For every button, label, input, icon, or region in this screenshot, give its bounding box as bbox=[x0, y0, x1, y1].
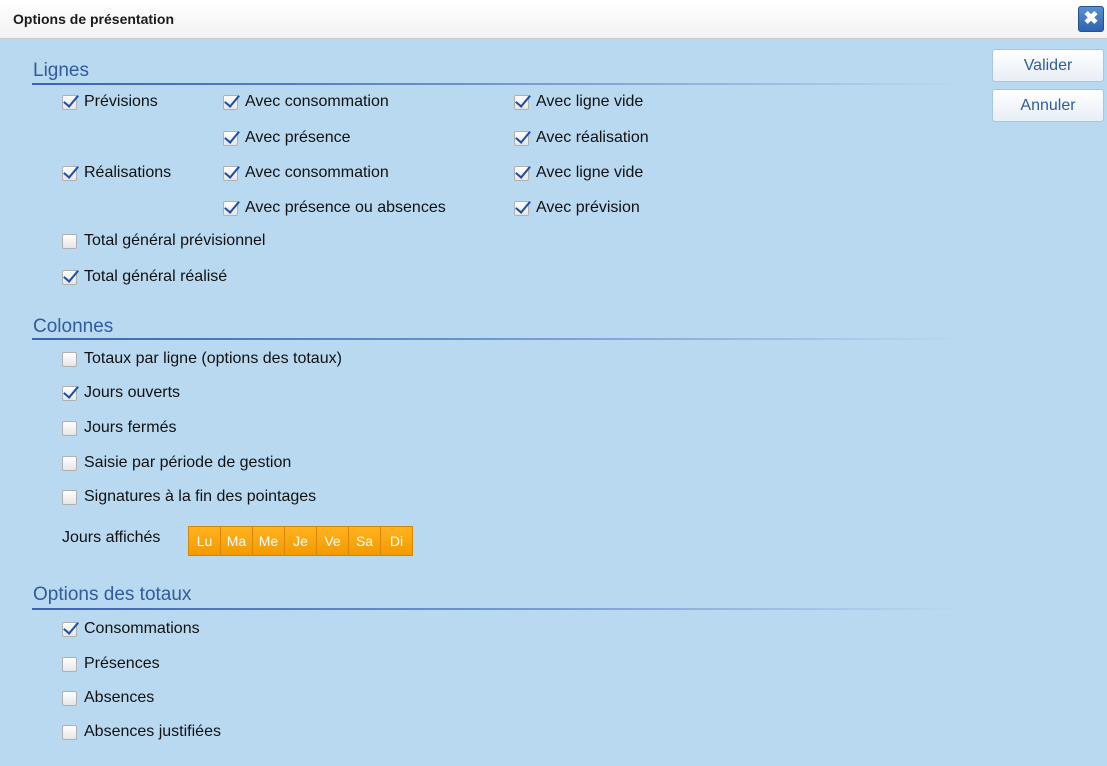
option-real-presence-absences[interactable]: Avec présence ou absences bbox=[223, 197, 446, 219]
validate-button[interactable]: Valider bbox=[992, 49, 1104, 82]
option-realisations[interactable]: Réalisations bbox=[62, 162, 171, 184]
option-saisie-periode[interactable]: Saisie par période de gestion bbox=[62, 452, 291, 474]
option-absences-justifiees[interactable]: Absences justifiées bbox=[62, 721, 221, 743]
checkbox[interactable] bbox=[62, 489, 77, 505]
checkbox[interactable] bbox=[62, 269, 77, 285]
checkbox[interactable] bbox=[514, 165, 529, 181]
checkbox[interactable] bbox=[62, 420, 77, 436]
section-divider bbox=[32, 83, 962, 85]
checkbox[interactable] bbox=[223, 130, 238, 146]
checkbox[interactable] bbox=[62, 656, 77, 672]
checkbox[interactable] bbox=[223, 165, 238, 181]
cancel-button[interactable]: Annuler bbox=[992, 89, 1104, 122]
option-jours-ouverts[interactable]: Jours ouverts bbox=[62, 382, 180, 404]
option-prev-consommation[interactable]: Avec consommation bbox=[223, 91, 389, 113]
days-button-group: Lu Ma Me Je Ve Sa Di bbox=[188, 526, 413, 556]
section-lignes-title: Lignes bbox=[33, 60, 89, 81]
day-button-lu[interactable]: Lu bbox=[188, 526, 221, 556]
day-button-di[interactable]: Di bbox=[380, 526, 413, 556]
checkbox[interactable] bbox=[62, 351, 77, 367]
section-divider bbox=[32, 338, 962, 340]
option-jours-fermes[interactable]: Jours fermés bbox=[62, 417, 176, 439]
checkbox[interactable] bbox=[62, 233, 77, 249]
option-totaux-par-ligne[interactable]: Totaux par ligne (options des totaux) bbox=[62, 348, 342, 370]
option-real-prevision[interactable]: Avec prévision bbox=[514, 197, 640, 219]
option-signatures[interactable]: Signatures à la fin des pointages bbox=[62, 486, 316, 508]
day-button-me[interactable]: Me bbox=[252, 526, 285, 556]
section-colonnes-title: Colonnes bbox=[33, 316, 114, 337]
section-totaux-title: Options des totaux bbox=[33, 584, 192, 605]
option-total-realise[interactable]: Total général réalisé bbox=[62, 266, 227, 288]
checkbox[interactable] bbox=[223, 200, 238, 216]
section-divider bbox=[32, 608, 962, 610]
option-prev-ligne-vide[interactable]: Avec ligne vide bbox=[514, 91, 643, 113]
checkbox[interactable] bbox=[62, 455, 77, 471]
option-absences[interactable]: Absences bbox=[62, 687, 154, 709]
option-real-consommation[interactable]: Avec consommation bbox=[223, 162, 389, 184]
option-consommations[interactable]: Consommations bbox=[62, 618, 200, 640]
close-icon[interactable]: ✖ bbox=[1078, 6, 1104, 32]
day-button-ve[interactable]: Ve bbox=[316, 526, 349, 556]
dialog-content: Valider Annuler Lignes Prévisions Avec c… bbox=[0, 39, 1107, 766]
option-prev-realisation[interactable]: Avec réalisation bbox=[514, 127, 649, 149]
checkbox[interactable] bbox=[62, 385, 77, 401]
option-presences[interactable]: Présences bbox=[62, 653, 160, 675]
checkbox[interactable] bbox=[62, 724, 77, 740]
checkbox[interactable] bbox=[62, 94, 77, 110]
checkbox[interactable] bbox=[62, 621, 77, 637]
option-previsions[interactable]: Prévisions bbox=[62, 91, 158, 113]
day-button-ma[interactable]: Ma bbox=[220, 526, 253, 556]
checkbox[interactable] bbox=[62, 165, 77, 181]
option-prev-presence[interactable]: Avec présence bbox=[223, 127, 351, 149]
day-button-sa[interactable]: Sa bbox=[348, 526, 381, 556]
days-displayed-label: Jours affichés bbox=[62, 529, 161, 546]
options-dialog: Options de présentation ✖ Valider Annule… bbox=[0, 0, 1107, 766]
day-button-je[interactable]: Je bbox=[284, 526, 317, 556]
option-total-previsionnel[interactable]: Total général prévisionnel bbox=[62, 230, 265, 252]
checkbox[interactable] bbox=[514, 200, 529, 216]
dialog-title: Options de présentation bbox=[13, 11, 175, 27]
option-real-ligne-vide[interactable]: Avec ligne vide bbox=[514, 162, 643, 184]
dialog-titlebar: Options de présentation ✖ bbox=[0, 0, 1107, 39]
checkbox[interactable] bbox=[62, 690, 77, 706]
checkbox[interactable] bbox=[514, 130, 529, 146]
checkbox[interactable] bbox=[223, 94, 238, 110]
checkbox[interactable] bbox=[514, 94, 529, 110]
